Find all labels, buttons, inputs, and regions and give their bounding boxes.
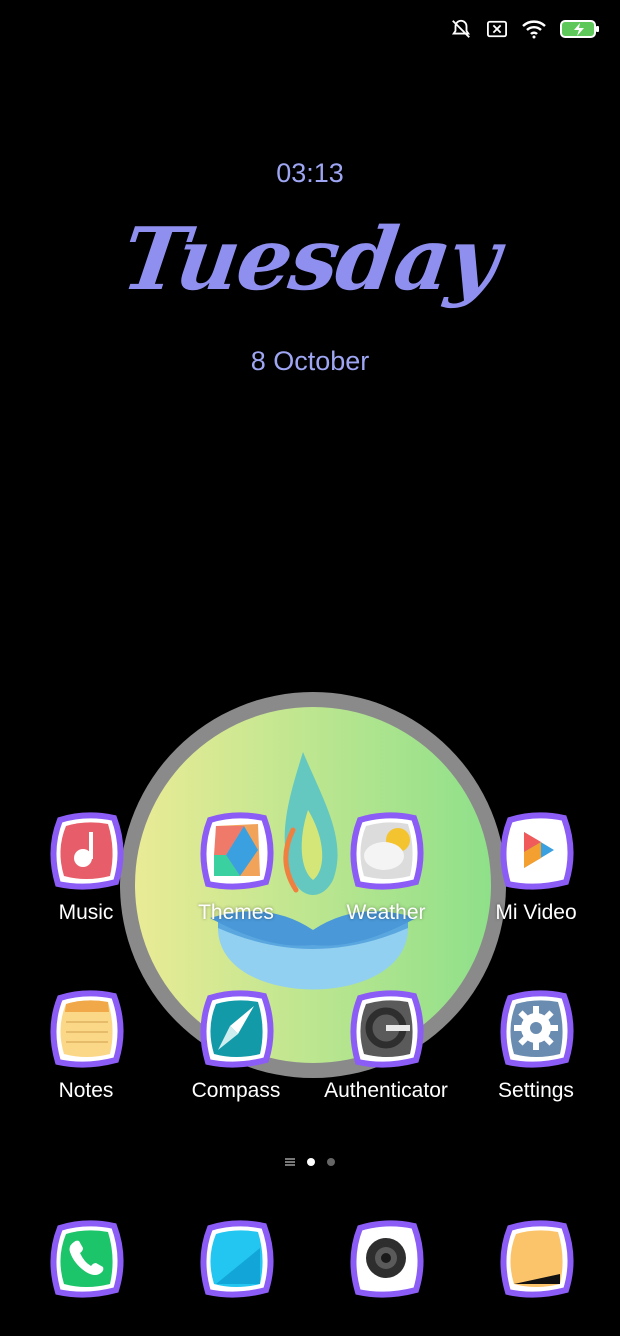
page-dot[interactable] (327, 1158, 335, 1166)
app-label: Compass (191, 1079, 281, 1102)
vibrate-off-icon (451, 19, 471, 38)
status-bar (450, 14, 600, 44)
themes-icon (200, 812, 274, 890)
compass-icon (200, 990, 274, 1068)
app-label: Music (58, 901, 114, 924)
clock-time: 03:13 (276, 158, 344, 188)
app-label: Notes (58, 1079, 114, 1102)
app-compass[interactable]: Compass (176, 988, 296, 1103)
browser-icon (500, 1220, 574, 1298)
dock-phone[interactable] (46, 1218, 126, 1298)
dock-browser[interactable] (496, 1218, 576, 1298)
dock-messaging[interactable] (196, 1218, 276, 1298)
authenticator-icon (350, 990, 424, 1068)
app-themes[interactable]: Themes (176, 810, 296, 925)
weather-icon (350, 812, 424, 890)
app-label: Themes (198, 901, 274, 924)
app-weather[interactable]: Weather (326, 810, 446, 925)
no-sim-icon (487, 20, 507, 38)
dock-camera[interactable] (346, 1218, 426, 1298)
app-music[interactable]: Music (26, 810, 146, 925)
battery-charging-icon (560, 20, 599, 38)
messaging-icon (200, 1220, 274, 1298)
app-settings[interactable]: Settings (476, 988, 596, 1103)
app-label: Weather (346, 901, 426, 924)
phone-icon (50, 1220, 124, 1298)
app-label: Mi Video (495, 901, 577, 924)
page-indicator[interactable] (0, 1158, 620, 1166)
wifi-icon (522, 20, 546, 39)
page-dot-active[interactable] (307, 1158, 315, 1166)
mi-video-icon (500, 812, 574, 890)
app-drawer-lines-icon[interactable] (285, 1158, 295, 1166)
app-notes[interactable]: Notes (26, 988, 146, 1103)
notes-icon (50, 990, 124, 1068)
app-label: Settings (498, 1079, 574, 1102)
app-label: Authenticator (324, 1079, 448, 1102)
app-authenticator[interactable]: Authenticator (324, 988, 448, 1103)
date-text: 8 October (250, 346, 370, 376)
settings-icon (500, 990, 574, 1068)
weekday-text: Tuesday (116, 209, 504, 310)
app-mi-video[interactable]: Mi Video (476, 810, 596, 925)
music-icon (50, 812, 124, 890)
camera-icon (350, 1220, 424, 1298)
